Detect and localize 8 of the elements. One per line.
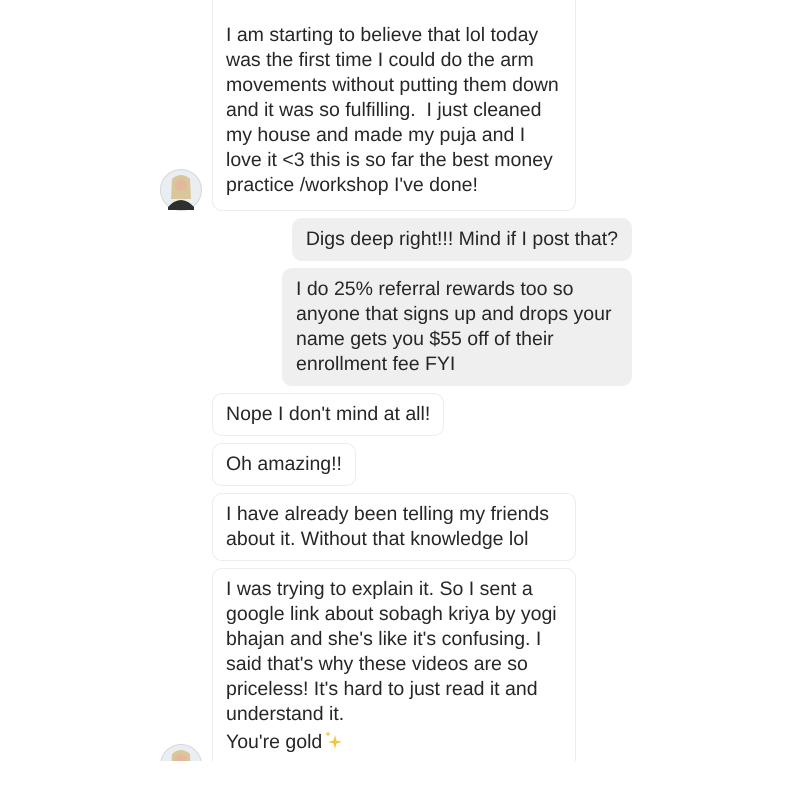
message-text: I was trying to explain it. So I sent a google link about sobagh kriya by yogi bhajan and she's like it's confusing. I said that's why these videos are so priceless! It's hard to just read it and understand it. bbox=[226, 577, 558, 727]
message-text: Nope I don't mind at all! bbox=[226, 402, 430, 427]
message-text: I have already been telling my friends about it. Without that knowledge lol bbox=[226, 502, 550, 552]
message-text: I am starting to believe that lol today was the first time I could do the arm movements without putting them down and it was so fulfilling. I just cleaned my house and made my puja and I love it <3 this is so far the best money practice /workshop I've done! bbox=[226, 23, 560, 198]
message-text: Digs deep right!!! Mind if I post that? bbox=[306, 227, 618, 252]
message-text: Oh amazing!! bbox=[226, 452, 342, 477]
message-text: You're gold bbox=[226, 730, 322, 755]
message-text: I do 25% referral rewards too so anyone that signs up and drops your name gets you $55 off of their enrollment fee FYI bbox=[296, 277, 612, 377]
